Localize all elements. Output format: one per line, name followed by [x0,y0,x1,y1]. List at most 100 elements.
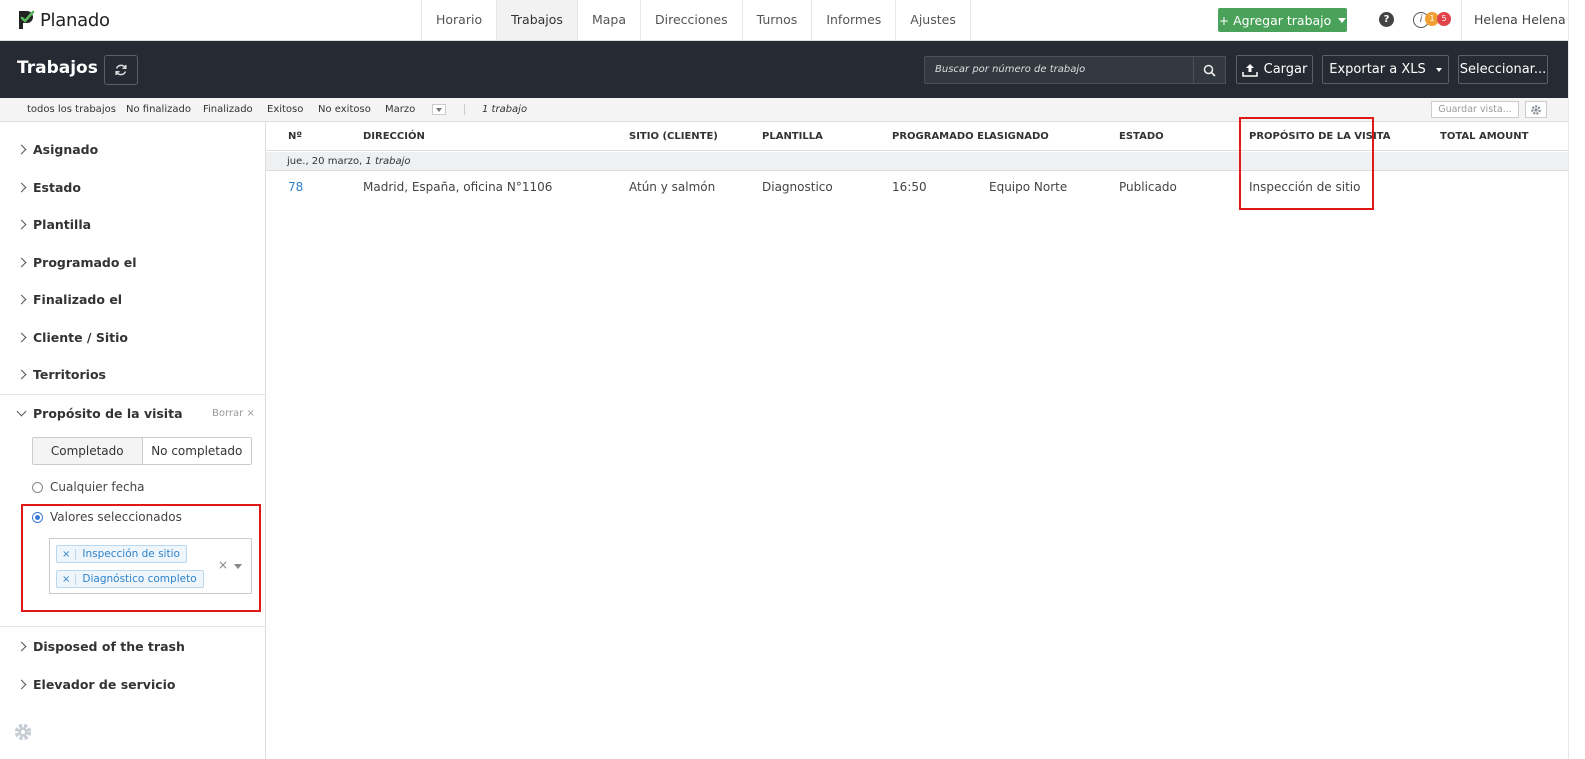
chevron-down-icon [16,406,27,417]
column-site-client[interactable]: SITIO (CLIENTE) [629,122,718,151]
divider [0,626,265,627]
page-title: Trabajos [17,58,98,78]
preset-unsuccessful[interactable]: No exitoso [318,98,371,121]
refresh-icon [115,64,127,76]
clear-filter-link[interactable]: Borrar × [212,408,255,419]
presets-dropdown-icon[interactable] [432,104,446,115]
preset-successful[interactable]: Exitoso [267,98,303,121]
main-tabs: Horario Trabajos Mapa Direcciones Turnos… [421,0,971,40]
chevron-right-icon [16,294,27,304]
filter-visit-purpose[interactable]: Propósito de la visita [16,403,183,423]
column-number[interactable]: Nº [288,122,302,151]
upload-button[interactable]: Cargar [1236,55,1313,84]
column-address[interactable]: DIRECCIÓN [363,122,425,151]
segment-completed[interactable]: Completado [33,438,143,464]
group-date: jue., 20 marzo, [287,156,363,167]
scrollbar[interactable] [1568,0,1585,759]
select-button[interactable]: Seleccionar... [1458,55,1548,84]
tab-turnos[interactable]: Turnos [741,0,812,40]
export-label: Exportar a XLS [1329,62,1426,77]
preset-all-jobs[interactable]: todos los trabajos [27,98,116,121]
filter-client-site[interactable]: Cliente / Sitio [16,327,128,347]
top-navigation: Planado Horario Trabajos Mapa Direccione… [0,0,1568,41]
tab-ajustes[interactable]: Ajustes [895,0,971,40]
cell-template: Diagnostico [762,180,833,194]
filter-service-elevator[interactable]: Elevador de servicio [16,674,176,694]
radio-label: Cualquier fecha [50,480,145,494]
filter-label: Elevador de servicio [33,676,176,692]
chevron-right-icon [16,679,27,689]
preset-march[interactable]: Marzo [385,98,415,121]
column-status[interactable]: ESTADO [1119,122,1164,151]
chevron-right-icon [16,219,27,229]
tab-horario[interactable]: Horario [421,0,496,40]
user-menu[interactable]: Helena Helena [1461,0,1566,40]
chevron-right-icon [16,641,27,651]
upload-label: Cargar [1263,62,1308,77]
planado-logo[interactable]: Planado [16,8,110,32]
add-job-label: + Agregar trabajo [1218,12,1332,28]
chevron-down-icon [1435,67,1442,72]
filter-assigned[interactable]: Asignado [16,139,99,159]
filter-template[interactable]: Plantilla [16,214,92,234]
completion-toggle: Completado No completado [32,437,252,465]
filters-sidebar: Asignado Estado Plantilla Programado el … [0,122,266,759]
filter-label: Programado el [33,254,137,270]
search-input[interactable]: Buscar por número de trabajo [924,56,1194,84]
filter-label: Asignado [33,141,99,157]
cell-status: Publicado [1119,180,1177,194]
gear-icon [1531,104,1541,115]
filter-disposed-trash[interactable]: Disposed of the trash [16,636,185,656]
filter-finished[interactable]: Finalizado el [16,289,123,309]
help-icon[interactable]: ? [1379,12,1394,27]
column-total-amount[interactable]: TOTAL AMOUNT [1440,122,1528,151]
filter-label: Disposed of the trash [33,638,185,654]
filter-label: Finalizado el [33,291,123,307]
add-job-button[interactable]: + Agregar trabajo [1218,8,1347,32]
filter-territories[interactable]: Territorios [16,364,106,384]
radio-any-date[interactable]: Cualquier fecha [32,480,145,494]
filter-status[interactable]: Estado [16,177,81,197]
filter-label: Propósito de la visita [33,405,183,421]
logo-text: Planado [40,9,110,31]
radio-circle[interactable] [32,481,43,493]
sidebar-settings-button[interactable] [13,722,33,745]
chevron-right-icon [16,369,27,379]
job-count: 1 trabajo [482,104,528,115]
search-button[interactable] [1194,56,1226,84]
gear-icon [14,723,32,741]
chevron-right-icon [16,144,27,154]
highlight-box-filter [21,504,261,612]
chevron-right-icon [16,257,27,267]
chevron-right-icon [16,332,27,342]
cell-assigned: Equipo Norte [989,180,1068,194]
chevron-down-icon [1338,17,1347,23]
cell-scheduled: 16:50 [892,180,927,194]
tab-informes[interactable]: Informes [811,0,895,40]
notification-badge-red: 5 [1437,12,1451,26]
cell-address: Madrid, España, oficina N°1106 [363,180,553,194]
tab-mapa[interactable]: Mapa [576,0,640,40]
filter-scheduled[interactable]: Programado el [16,252,137,272]
view-settings-button[interactable] [1525,101,1547,118]
cell-site: Atún y salmón [629,180,716,194]
save-view-input[interactable]: Guardar vista... [1431,101,1519,118]
divider [0,394,265,395]
column-template[interactable]: PLANTILLA [762,122,823,151]
filter-label: Estado [33,179,81,195]
job-number-link[interactable]: 78 [288,172,303,203]
tab-direcciones[interactable]: Direcciones [639,0,742,40]
page-header: Trabajos Buscar por número de trabajo Ca… [0,41,1568,98]
preset-not-finished[interactable]: No finalizado [126,98,191,121]
column-scheduled[interactable]: PROGRAMADO EL [892,122,990,151]
upload-icon [1241,63,1258,77]
segment-not-completed[interactable]: No completado [143,438,252,464]
column-assigned[interactable]: ASIGNADO [989,122,1049,151]
tab-trabajos[interactable]: Trabajos [496,0,577,40]
refresh-button[interactable] [104,55,138,85]
filter-label: Plantilla [33,216,92,232]
filter-label: Cliente / Sitio [33,329,128,345]
filter-label: Territorios [33,366,106,382]
export-xls-button[interactable]: Exportar a XLS [1322,55,1449,84]
preset-finished[interactable]: Finalizado [203,98,253,121]
